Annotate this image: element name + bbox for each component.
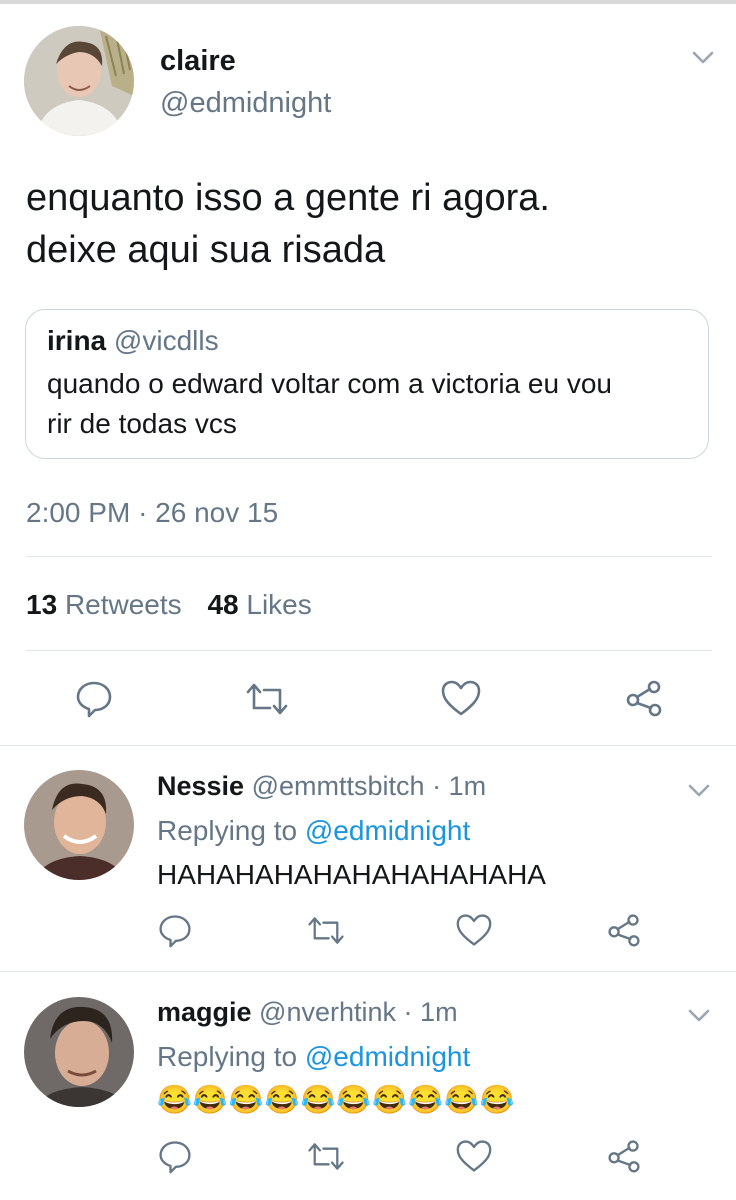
retweet-icon[interactable] (306, 914, 346, 947)
tears-of-joy-emoji: 😂 (444, 1084, 480, 1115)
reply-author-handle: @emmttsbitch (251, 771, 425, 801)
heart-icon[interactable] (455, 1138, 493, 1174)
separator: · (432, 771, 442, 801)
replying-to-link[interactable]: @edmidnight (305, 815, 470, 846)
date: 26 nov 15 (155, 497, 279, 528)
reply-emoji-text: 😂😂😂😂😂😂😂😂😂😂 (157, 1083, 516, 1116)
retweets-label: Retweets (64, 589, 182, 620)
reply-text: HAHAHAHAHAHAHAHAHAHA (157, 859, 546, 890)
share-icon[interactable] (606, 912, 642, 948)
retweets-stat[interactable]: 13 Retweets (26, 589, 189, 620)
retweet-icon[interactable] (244, 680, 290, 718)
share-icon[interactable] (624, 678, 664, 718)
author-handle[interactable]: @edmidnight (160, 87, 331, 120)
quoted-text: quando o edward voltar com a victoria eu… (47, 364, 612, 444)
divider (26, 650, 712, 651)
retweets-count: 13 (26, 589, 58, 620)
quoted-text-line: quando o edward voltar com a victoria eu… (47, 368, 612, 399)
retweet-icon[interactable] (306, 1140, 346, 1173)
divider (0, 745, 736, 746)
reply-author-name: Nessie (157, 771, 245, 801)
likes-stat[interactable]: 48 Likes (207, 589, 311, 620)
tweet-text: enquanto isso a gente ri agora. deixe aq… (26, 172, 550, 276)
likes-label: Likes (246, 589, 312, 620)
chevron-down-icon[interactable] (684, 775, 714, 805)
quoted-text-line: rir de todas vcs (47, 408, 237, 439)
separator: · (403, 997, 413, 1027)
tears-of-joy-emoji: 😂 (372, 1084, 409, 1115)
reply-author-handle: @nverhtink (259, 997, 397, 1027)
share-icon[interactable] (606, 1138, 642, 1174)
replying-to-prefix: Replying to (157, 1041, 298, 1072)
replying-to: Replying to @edmidnight (157, 1041, 470, 1073)
engagement-stats: 13 Retweets 48 Likes (26, 589, 312, 621)
tears-of-joy-emoji: 😂 (479, 1084, 516, 1115)
tweet-text-line: enquanto isso a gente ri agora. (26, 177, 550, 219)
avatar[interactable] (24, 770, 134, 880)
reply-icon[interactable] (74, 678, 114, 718)
reply-header[interactable]: Nessie @emmttsbitch · 1m (157, 771, 486, 802)
tears-of-joy-emoji: 😂 (192, 1084, 229, 1115)
tears-of-joy-emoji: 😂 (157, 1084, 193, 1115)
chevron-down-icon[interactable] (684, 1000, 714, 1030)
tweet-text-line: deixe aqui sua risada (26, 229, 386, 271)
reply-age: 1m (448, 771, 487, 801)
chevron-down-icon[interactable] (688, 42, 718, 72)
divider (26, 556, 712, 557)
timestamp[interactable]: 2:00 PM · 26 nov 15 (26, 497, 278, 529)
reply-age: 1m (420, 997, 458, 1027)
heart-icon[interactable] (455, 912, 493, 948)
time: 2:00 PM (26, 497, 131, 528)
replying-to-link[interactable]: @edmidnight (305, 1041, 470, 1072)
divider (0, 971, 736, 972)
quoted-author[interactable]: irina @vicdlls (47, 325, 219, 357)
reply-author-name: maggie (157, 997, 252, 1027)
author-name[interactable]: claire (160, 45, 236, 78)
top-edge (0, 0, 736, 4)
tears-of-joy-emoji: 😂 (300, 1084, 337, 1115)
reply-icon[interactable] (157, 912, 193, 948)
heart-icon[interactable] (440, 678, 482, 718)
avatar[interactable] (24, 997, 134, 1107)
tears-of-joy-emoji: 😂 (228, 1084, 265, 1115)
quoted-author-handle: @vicdlls (113, 325, 219, 356)
replying-to-prefix: Replying to (157, 815, 298, 846)
separator: · (138, 497, 148, 528)
reply-header[interactable]: maggie @nverhtink · 1m (157, 997, 458, 1028)
tears-of-joy-emoji: 😂 (336, 1084, 373, 1115)
reply-icon[interactable] (157, 1138, 193, 1174)
replying-to: Replying to @edmidnight (157, 815, 470, 847)
quoted-author-name: irina (47, 325, 107, 356)
tears-of-joy-emoji: 😂 (408, 1084, 444, 1115)
tears-of-joy-emoji: 😂 (264, 1084, 301, 1115)
avatar[interactable] (24, 26, 134, 136)
likes-count: 48 (207, 589, 239, 620)
